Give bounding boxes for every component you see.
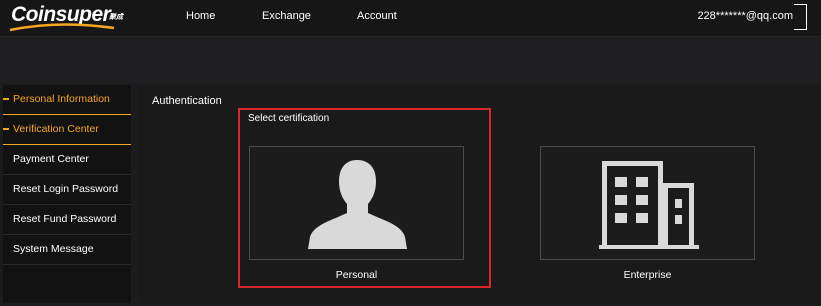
sidebar-item-label: Verification Center [13, 123, 99, 135]
main-content: Authentication Select certification Pers… [138, 85, 821, 303]
sidebar-item-verification-center[interactable]: Verification Center [3, 115, 131, 145]
nav-exchange[interactable]: Exchange [262, 10, 311, 22]
page-title: Authentication [152, 95, 222, 107]
sidebar-item-personal-information[interactable]: Personal Information [3, 85, 131, 115]
nav-account[interactable]: Account [357, 10, 397, 22]
personal-option-label: Personal [335, 269, 378, 281]
enterprise-option-label: Enterprise [623, 269, 672, 281]
user-menu-bracket [794, 4, 807, 30]
user-account-menu[interactable]: 228*******@qq.com [697, 4, 807, 30]
person-icon [308, 160, 407, 249]
nav-home[interactable]: Home [186, 10, 215, 22]
sidebar-item-label: Reset Login Password [13, 183, 119, 195]
top-header: Coinsuper 聚成 Home Exchange Account 228**… [0, 0, 821, 37]
brand-subtitle: 聚成 [109, 14, 123, 21]
sidebar-item-reset-fund-password[interactable]: Reset Fund Password [3, 205, 131, 235]
sidebar: Personal Information Verification Center… [3, 85, 131, 303]
building-icon [599, 161, 699, 249]
brand-logo[interactable]: Coinsuper 聚成 [8, 2, 126, 34]
user-email: 228*******@qq.com [697, 10, 793, 22]
select-certification-title: Select certification [248, 113, 330, 124]
logo-swoosh-icon [9, 23, 115, 32]
sidebar-item-payment-center[interactable]: Payment Center [3, 145, 131, 175]
sidebar-item-system-message[interactable]: System Message [3, 235, 131, 265]
header-band [0, 37, 821, 83]
enterprise-option-card[interactable] [540, 146, 755, 260]
sidebar-item-reset-login-password[interactable]: Reset Login Password [3, 175, 131, 205]
sidebar-item-label: Reset Fund Password [13, 213, 117, 225]
sidebar-item-label: System Message [13, 243, 94, 255]
active-marker [3, 98, 9, 100]
sidebar-item-label: Personal Information [13, 93, 110, 105]
personal-option-card[interactable] [249, 146, 464, 260]
active-marker [3, 128, 9, 130]
sidebar-item-label: Payment Center [13, 153, 89, 165]
